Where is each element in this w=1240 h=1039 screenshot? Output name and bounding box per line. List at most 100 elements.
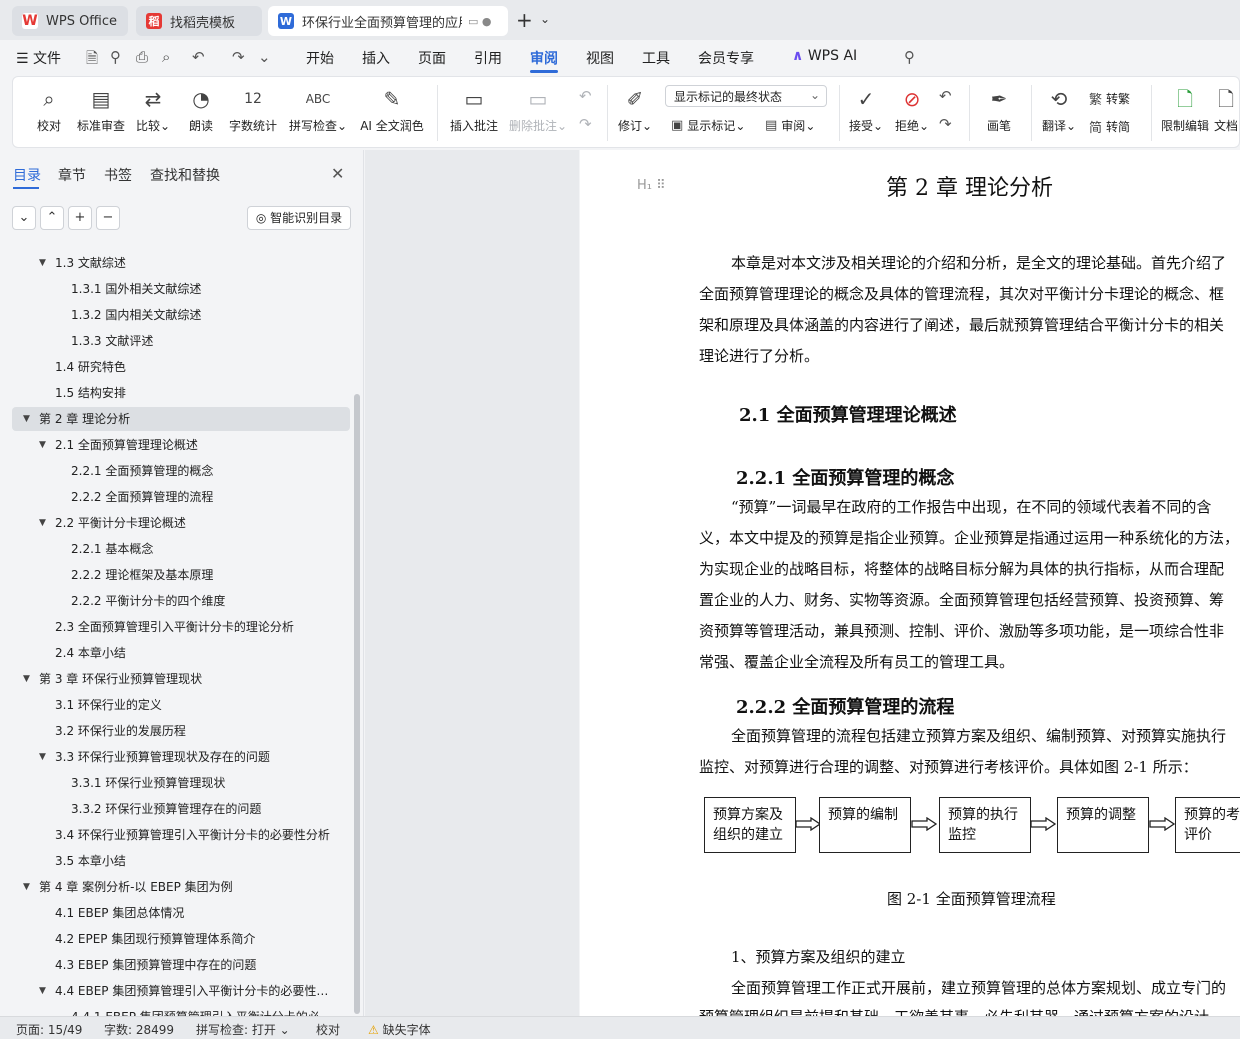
tab-daoke-template[interactable]: 稻 找稻壳模板 <box>136 6 262 36</box>
expand-toggle-icon[interactable]: ▼ <box>39 511 46 535</box>
word-count-button[interactable]: 12 字数统计 <box>225 77 281 147</box>
toc-item[interactable]: ▼ 第 4 章 案例分析-以 EBEP 集团为例 <box>0 875 346 899</box>
toc-item[interactable]: 2.2.2 全面预算管理的流程 <box>0 485 346 509</box>
toc-item[interactable]: 3.3.1 环保行业预算管理现状 <box>0 771 346 795</box>
search-icon[interactable]: ⚲ <box>904 48 915 66</box>
toc-scrollbar[interactable] <box>354 394 360 1014</box>
spell-check-button[interactable]: ABC 拼写检查⌄ <box>287 77 349 147</box>
word-count-indicator[interactable]: 字数: 28499 <box>104 1021 174 1038</box>
tab-chapters[interactable]: 章节 <box>58 165 86 185</box>
toc-item[interactable]: ▼ 第 2 章 理论分析 <box>12 407 350 431</box>
page-indicator[interactable]: 页面: 15/49 <box>16 1021 82 1038</box>
tab-wps-office[interactable]: W WPS Office <box>12 6 128 36</box>
menu-wps-ai[interactable]: ∧ WPS AI <box>792 48 857 64</box>
remove-heading-button[interactable]: − <box>96 206 120 230</box>
toc-item[interactable]: 4.4.1 EBEP 集团预算管理引入平衡计分卡的必要性分析 <box>0 1005 346 1016</box>
share-icon[interactable]: ⚲ <box>110 48 121 66</box>
toc-item[interactable]: 1.4 研究特色 <box>0 355 346 379</box>
heading-marker-icon[interactable]: H₁ ⠿ <box>637 178 666 193</box>
tab-toc[interactable]: 目录 <box>13 165 41 185</box>
toc-item[interactable]: 1.3.3 文献评述 <box>0 329 346 353</box>
previous-comment-icon[interactable]: ↶ <box>579 87 592 105</box>
menu-tools[interactable]: 工具 <box>642 48 670 68</box>
tab-document[interactable]: W 环保行业全面预算管理的应用研究 ▭ ● <box>268 6 508 36</box>
restrict-edit-button[interactable]: 🗋 限制编辑 <box>1159 77 1211 147</box>
standard-review-button[interactable]: ▤ 标准审查 <box>73 77 129 147</box>
toc-item[interactable]: 3.1 环保行业的定义 <box>0 693 346 717</box>
to-simplified-button[interactable]: 简转简 <box>1089 117 1130 136</box>
expand-toggle-icon[interactable]: ▼ <box>23 667 30 691</box>
track-changes-button[interactable]: ✐ 修订⌄ <box>615 77 655 147</box>
pen-button[interactable]: ✒ 画笔 <box>979 77 1019 147</box>
toc-item[interactable]: 3.2 环保行业的发展历程 <box>0 719 346 743</box>
toc-item[interactable]: 1.5 结构安排 <box>0 381 346 405</box>
previous-change-icon[interactable]: ↶ <box>939 87 952 105</box>
toc-item[interactable]: 4.3 EBEP 集团预算管理中存在的问题 <box>0 953 346 977</box>
spell-check-status[interactable]: 拼写检查: 打开 ⌄ <box>196 1021 290 1038</box>
menu-view[interactable]: 视图 <box>586 48 614 68</box>
print-icon[interactable]: ⎙ <box>136 48 148 66</box>
document-rights-button[interactable]: 🗋 文档 <box>1213 77 1239 147</box>
next-comment-icon[interactable]: ↷ <box>579 115 592 133</box>
more-chevron-icon[interactable]: ⌄ <box>258 48 271 66</box>
tab-bookmarks[interactable]: 书签 <box>104 165 132 185</box>
new-tab-plus-icon[interactable]: + <box>516 8 533 32</box>
to-traditional-button[interactable]: 繁转繁 <box>1089 89 1130 108</box>
expand-toggle-icon[interactable]: ▼ <box>39 251 46 275</box>
toc-item[interactable]: 3.3.2 环保行业预算管理存在的问题 <box>0 797 346 821</box>
menu-insert[interactable]: 插入 <box>362 48 390 68</box>
close-icon[interactable]: ✕ <box>331 164 344 183</box>
tab-find-replace[interactable]: 查找和替换 <box>150 165 220 185</box>
ai-polish-button[interactable]: ✎ AI 全文润色 <box>355 77 429 147</box>
toc-item[interactable]: ▼ 2.1 全面预算管理理论概述 <box>0 433 346 457</box>
read-aloud-button[interactable]: ◔ 朗读 <box>181 77 221 147</box>
toc-item[interactable]: ▼ 第 3 章 环保行业预算管理现状 <box>0 667 346 691</box>
next-change-icon[interactable]: ↷ <box>939 115 952 133</box>
review-pane-button[interactable]: ▤ 审阅 ⌄ <box>765 117 815 134</box>
toc-item[interactable]: 3.5 本章小结 <box>0 849 346 873</box>
expand-toggle-icon[interactable]: ▼ <box>23 407 30 431</box>
proofread-status[interactable]: 校对 <box>316 1021 340 1038</box>
markup-display-select[interactable]: 显示标记的最终状态 ⌄ <box>665 85 827 107</box>
save-icon[interactable]: 🗎 <box>86 48 98 73</box>
toc-item[interactable]: ▼ 2.2 平衡计分卡理论概述 <box>0 511 346 535</box>
accept-button[interactable]: ✓ 接受⌄ <box>845 77 887 147</box>
smart-toc-button[interactable]: ◎ 智能识别目录 <box>247 206 351 230</box>
add-heading-button[interactable]: + <box>68 206 92 230</box>
toc-item[interactable]: 2.2.1 基本概念 <box>0 537 346 561</box>
compare-button[interactable]: ⇄ 比较⌄ <box>131 77 175 147</box>
insert-comment-button[interactable]: ▭ 插入批注 <box>445 77 503 147</box>
toc-item[interactable]: 3.4 环保行业预算管理引入平衡计分卡的必要性分析 <box>0 823 346 847</box>
collapse-down-button[interactable]: ⌄ <box>12 206 36 230</box>
undo-icon[interactable]: ↶ <box>192 48 205 66</box>
menu-references[interactable]: 引用 <box>474 48 502 68</box>
toc-item[interactable]: ▼ 4.4 EBEP 集团预算管理引入平衡计分卡的必要性及可行性分析 <box>0 979 346 1003</box>
toc-item[interactable]: 2.4 本章小结 <box>0 641 346 665</box>
toc-item[interactable]: 2.2.1 全面预算管理的概念 <box>0 459 346 483</box>
toc-item[interactable]: 2.2.2 平衡计分卡的四个维度 <box>0 589 346 613</box>
toc-item[interactable]: 4.1 EBEP 集团总体情况 <box>0 901 346 925</box>
collapse-up-button[interactable]: ⌃ <box>40 206 64 230</box>
expand-toggle-icon[interactable]: ▼ <box>39 745 46 769</box>
menu-start[interactable]: 开始 <box>306 48 334 68</box>
toc-item[interactable]: 2.3 全面预算管理引入平衡计分卡的理论分析 <box>0 615 346 639</box>
proofread-button[interactable]: ⌕ 校对 <box>29 77 69 147</box>
menu-page[interactable]: 页面 <box>418 48 446 68</box>
delete-comment-button[interactable]: ▭ 删除批注⌄ <box>507 77 569 147</box>
show-markup-button[interactable]: ▣ 显示标记 ⌄ <box>671 117 745 134</box>
toc-item[interactable]: 1.3.2 国内相关文献综述 <box>0 303 346 327</box>
translate-button[interactable]: ⟲ 翻译⌄ <box>1039 77 1079 147</box>
toc-item[interactable]: 1.3.1 国外相关文献综述 <box>0 277 346 301</box>
tab-list-chevron-icon[interactable]: ⌄ <box>540 12 550 26</box>
toc-item[interactable]: 4.2 EPEP 集团现行预算管理体系简介 <box>0 927 346 951</box>
document-page[interactable]: H₁ ⠿ 第 2 章 理论分析 本章是对本文涉及相关理论的介绍和分析，是全文的理… <box>580 150 1240 1016</box>
toc-item[interactable]: ▼ 1.3 文献综述 <box>0 251 346 275</box>
menu-review[interactable]: 审阅 <box>530 48 558 68</box>
toc-item[interactable]: 2.2.2 理论框架及基本原理 <box>0 563 346 587</box>
redo-icon[interactable]: ↷ <box>232 48 245 66</box>
missing-font-status[interactable]: ⚠ 缺失字体 <box>368 1021 431 1038</box>
menu-member[interactable]: 会员专享 <box>698 48 754 68</box>
expand-toggle-icon[interactable]: ▼ <box>23 875 30 899</box>
expand-toggle-icon[interactable]: ▼ <box>39 979 46 1003</box>
toc-item[interactable]: ▼ 3.3 环保行业预算管理现状及存在的问题 <box>0 745 346 769</box>
